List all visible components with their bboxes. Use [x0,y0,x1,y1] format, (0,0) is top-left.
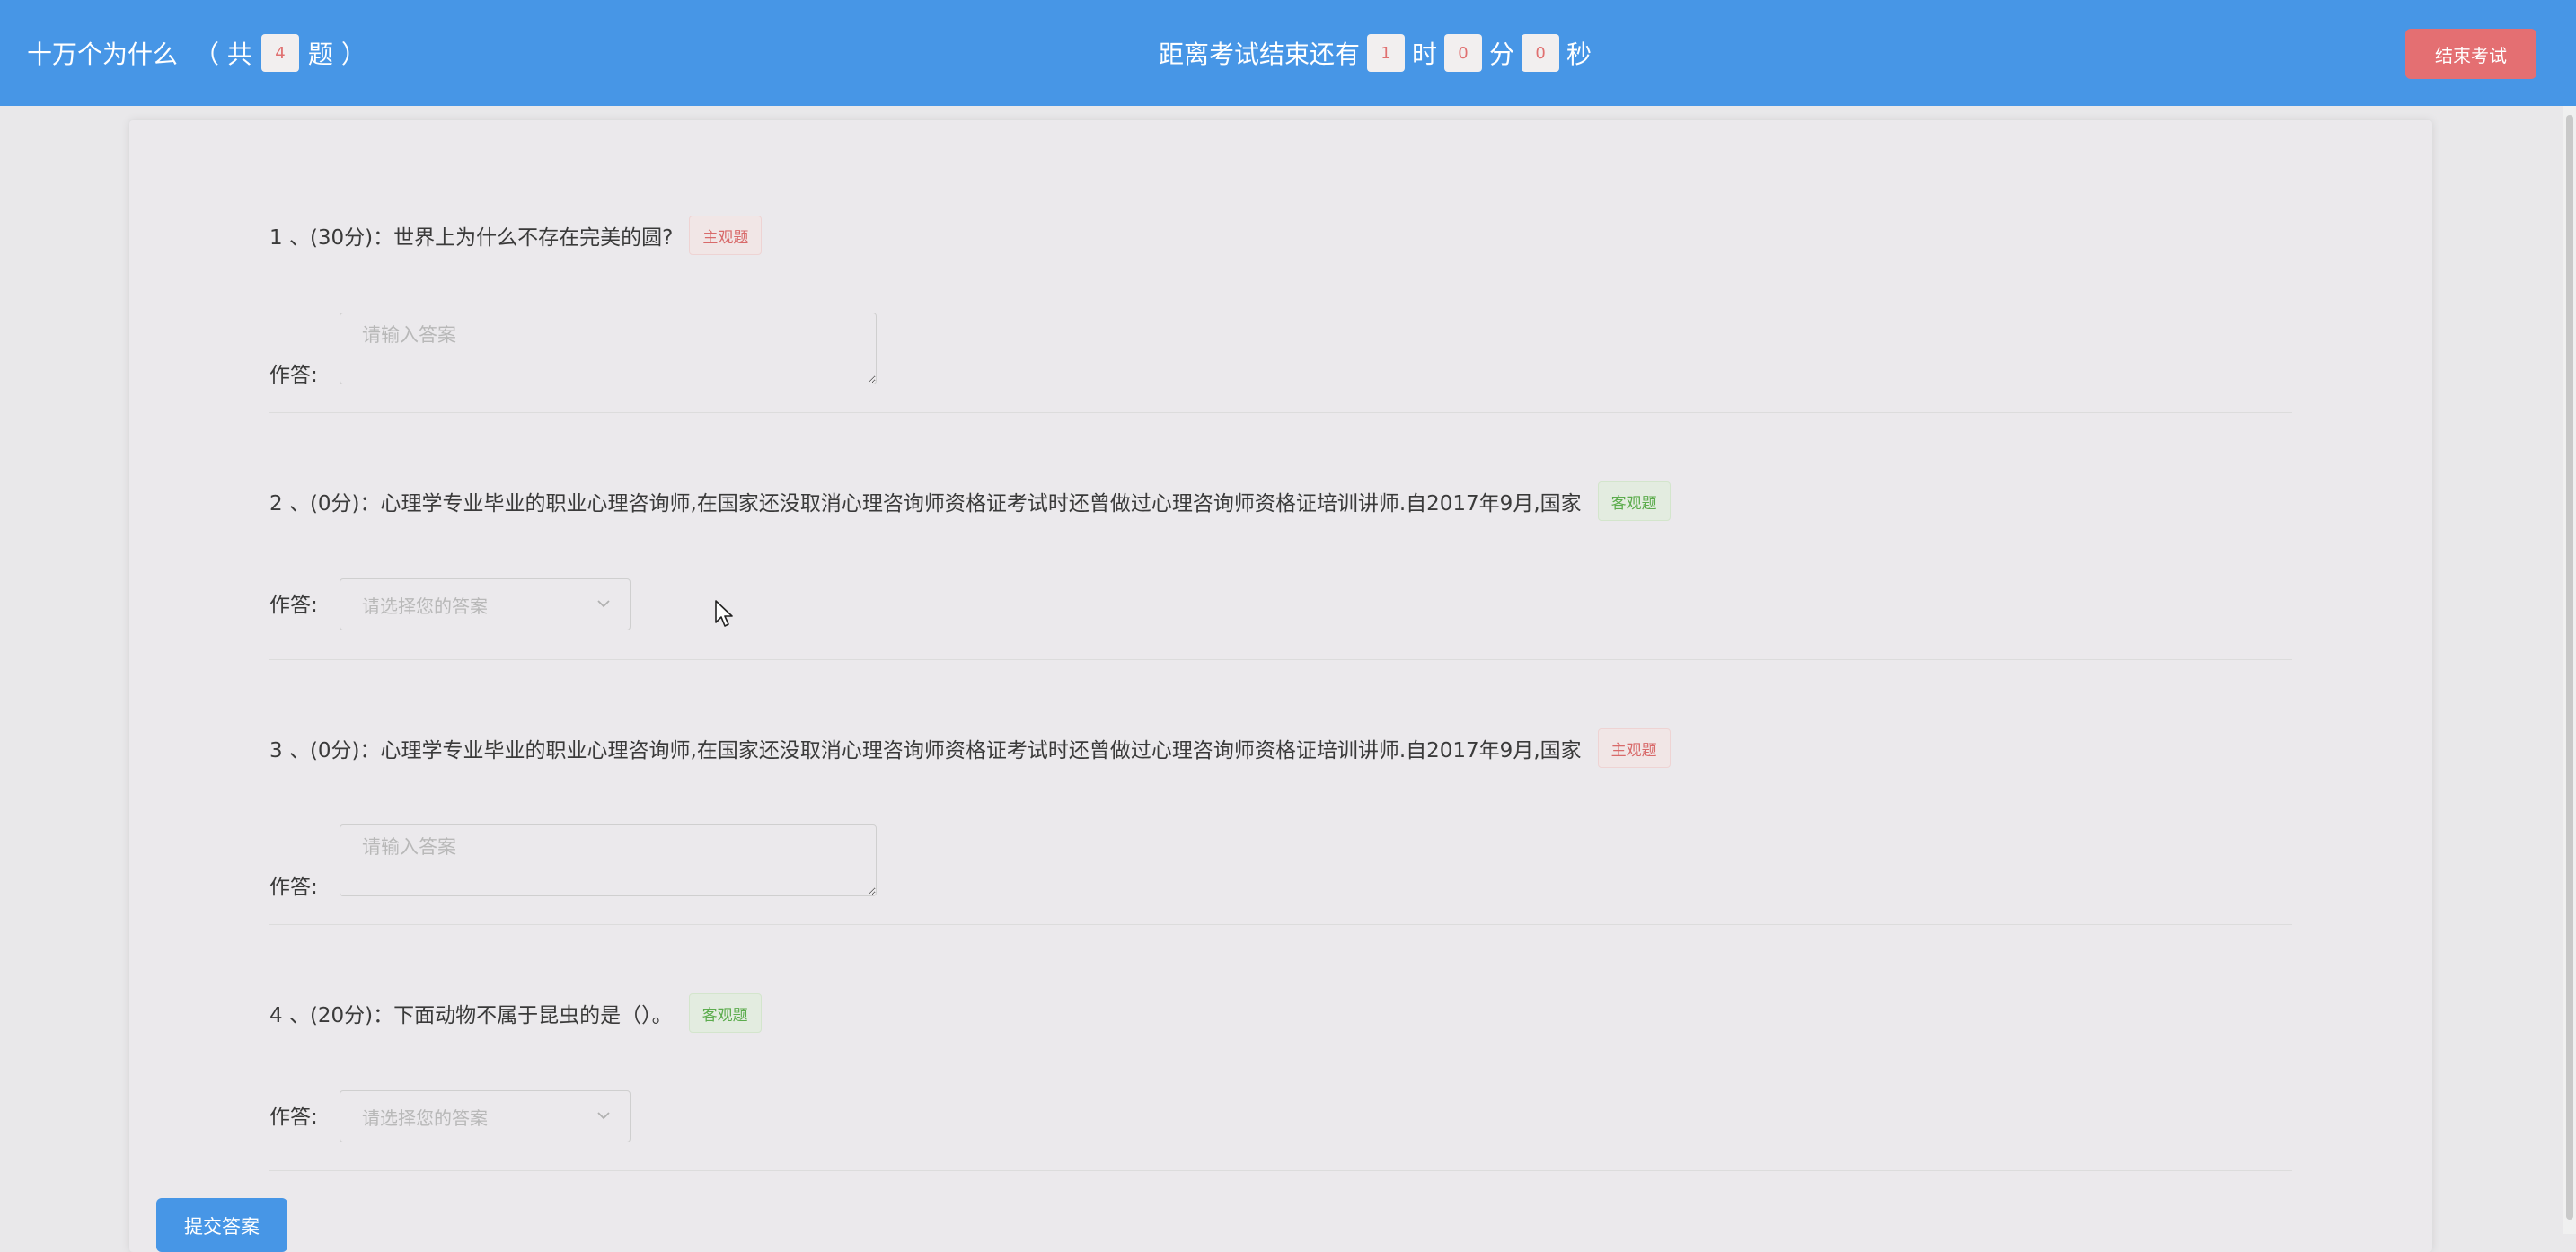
submit-answers-button[interactable]: 提交答案 [156,1198,287,1252]
exam-title: 十万个为什么 （ 共 4 题 ） [27,0,366,106]
question-4: 4 、(20分)：下面动物不属于昆虫的是（）。 客观题 作答: 请选择您的答案 [269,925,2292,1171]
question-4-title: 4 、(20分)：下面动物不属于昆虫的是（）。 客观题 [269,993,762,1033]
question-1-text: 1 、(30分)：世界上为什么不存在完美的圆? [269,226,674,250]
question-3: 3 、(0分)：心理学专业毕业的职业心理咨询师,在国家还没取消心理咨询师资格证考… [269,660,2292,925]
exam-name: 十万个为什么 [27,40,179,69]
countdown-hours: 1 [1367,34,1406,72]
question-count-badge: 4 [260,34,299,72]
question-1: 1 、(30分)：世界上为什么不存在完美的圆? 主观题 作答: [269,120,2292,413]
question-count-suffix: 题 ） [307,40,366,69]
second-unit: 秒 [1566,40,1592,69]
question-3-text: 3 、(0分)：心理学专业毕业的职业心理咨询师,在国家还没取消心理咨询师资格证考… [269,739,1582,763]
chevron-down-icon [597,1112,610,1120]
question-4-answer-label: 作答: [269,1106,318,1129]
question-2-tag: 客观题 [1597,481,1671,521]
question-2: 2 、(0分)：心理学专业毕业的职业心理咨询师,在国家还没取消心理咨询师资格证考… [269,413,2292,660]
question-1-answer-label: 作答: [269,364,318,387]
question-2-text: 2 、(0分)：心理学专业毕业的职业心理咨询师,在国家还没取消心理咨询师资格证考… [269,492,1582,516]
hour-unit: 时 [1412,40,1438,69]
question-2-title: 2 、(0分)：心理学专业毕业的职业心理咨询师,在国家还没取消心理咨询师资格证考… [269,481,1671,521]
scrollbar-thumb[interactable] [2566,115,2573,1220]
countdown-timer: 距离考试结束还有 1 时 0 分 0 秒 [1159,0,1592,106]
question-3-answer-label: 作答: [269,876,318,899]
mouse-cursor-icon [715,600,733,627]
question-2-answer-select[interactable]: 请选择您的答案 [340,578,631,630]
question-2-select-placeholder: 请选择您的答案 [362,595,488,617]
question-4-select-placeholder: 请选择您的答案 [362,1107,488,1129]
minute-unit: 分 [1489,40,1515,69]
end-exam-button[interactable]: 结束考试 [2405,29,2536,79]
top-header: 十万个为什么 （ 共 4 题 ） 距离考试结束还有 1 时 0 分 0 秒 结束… [0,0,2576,106]
countdown-seconds: 0 [1522,34,1560,72]
exam-card: 1 、(30分)：世界上为什么不存在完美的圆? 主观题 作答: 2 、(0分)：… [129,120,2432,1252]
countdown-prefix: 距离考试结束还有 [1159,40,1361,69]
question-4-tag: 客观题 [688,993,762,1033]
question-count-prefix: （ 共 [194,40,252,69]
question-1-title: 1 、(30分)：世界上为什么不存在完美的圆? 主观题 [269,216,763,255]
question-3-answer-input[interactable] [340,824,877,896]
question-4-text: 4 、(20分)：下面动物不属于昆虫的是（）。 [269,1004,673,1027]
countdown-minutes: 0 [1444,34,1483,72]
chevron-down-icon [597,600,610,608]
question-4-answer-select[interactable]: 请选择您的答案 [340,1090,631,1142]
question-1-answer-input[interactable] [340,313,877,384]
question-3-title: 3 、(0分)：心理学专业毕业的职业心理咨询师,在国家还没取消心理咨询师资格证考… [269,728,1671,768]
page-scrollbar[interactable] [2563,106,2576,1234]
question-3-tag: 主观题 [1597,728,1671,768]
question-2-answer-label: 作答: [269,594,318,617]
question-1-tag: 主观题 [689,216,763,255]
